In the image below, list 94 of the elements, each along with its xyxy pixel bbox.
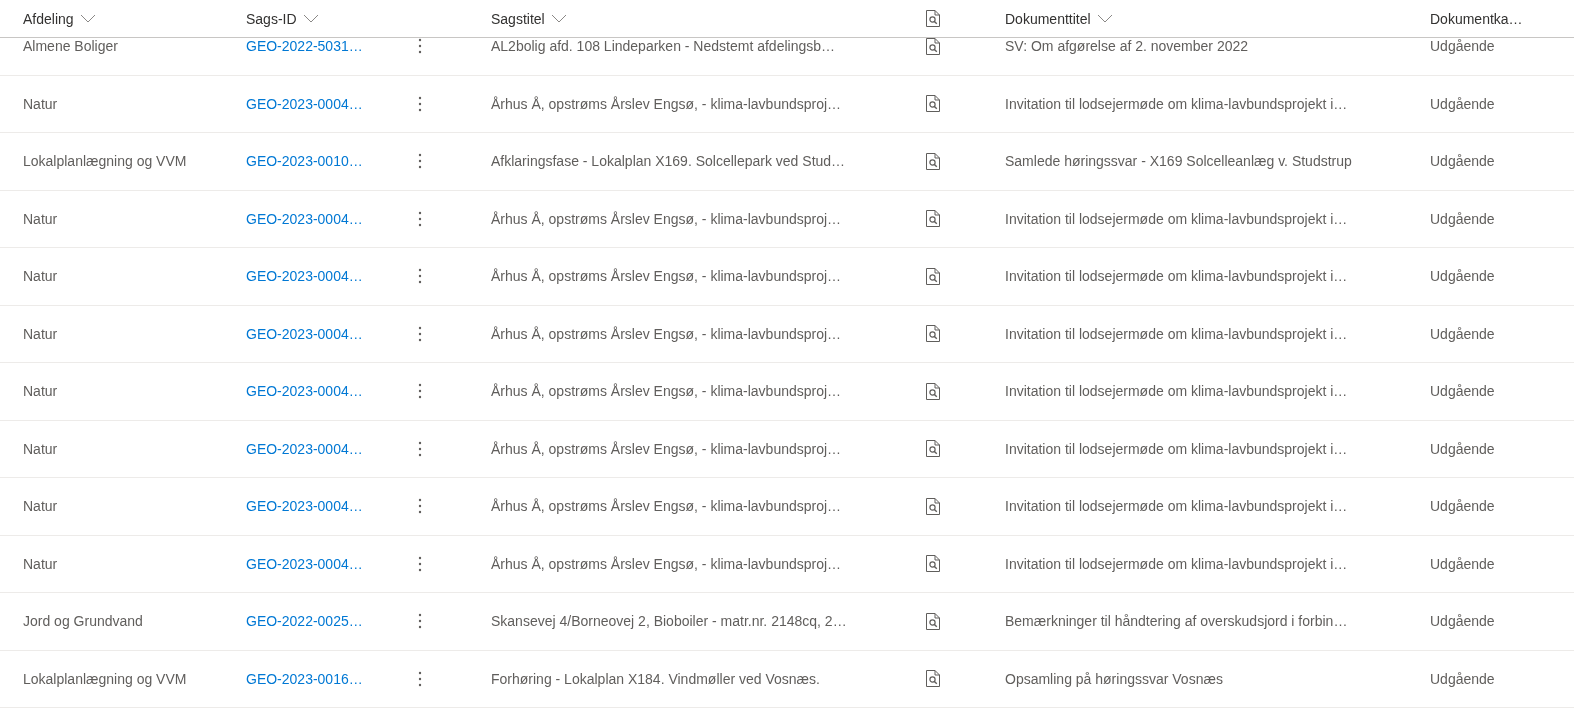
table-cell: Århus Å, opstrøms Årslev Engsø, - klima-lavbundsproj… [491,268,842,285]
table-cell: Århus Å, opstrøms Årslev Engsø, - klima-lavbundsproj… [491,555,842,572]
table-cell: Udgående [1430,555,1495,572]
case-id-link[interactable]: GEO-2022-0025… [246,613,363,630]
table-cell: Afklaringsfase - Lokalplan X169. Solcellepark ved Stud… [491,153,846,170]
table-cell: Opsamling på høringssvar Vosnæs [1005,670,1223,687]
table-cell: Århus Å, opstrøms Årslev Engsø, - klima-lavbundsproj… [491,210,842,227]
chevron-down-icon[interactable] [302,14,319,23]
document-search-icon [926,10,940,27]
table-cell: Invitation til lodsejermøde om klima-lavbundsprojekt i… [1005,555,1348,572]
case-id-link[interactable]: GEO-2023-0004… [246,555,363,572]
table-cell: Invitation til lodsejermøde om klima-lavbundsprojekt i… [1005,383,1348,400]
table-cell: Udgående [1430,498,1495,515]
table-cell: Århus Å, opstrøms Årslev Engsø, - klima-lavbundsproj… [491,95,842,112]
table-cell: Århus Å, opstrøms Årslev Engsø, - klima-lavbundsproj… [491,498,842,515]
more-options-icon[interactable] [418,153,422,170]
table-cell: Udgående [1430,210,1495,227]
table-cell: Udgående [1430,38,1495,55]
table-cell: Udgående [1430,613,1495,630]
table-cell: Bemærkninger til håndtering af overskudsjord i forbin… [1005,613,1348,630]
chevron-down-icon[interactable] [550,14,567,23]
more-options-icon[interactable] [418,670,422,687]
table-cell: Natur [23,498,58,515]
table-cell: Natur [23,95,58,112]
table-cell: Udgående [1430,268,1495,285]
more-options-icon[interactable] [418,95,422,112]
more-options-icon[interactable] [418,613,422,630]
table-cell: Skansevej 4/Borneovej 2, Bioboiler - matr.nr. 2148cq, 2… [491,613,847,630]
document-search-icon[interactable] [926,210,940,228]
case-id-link[interactable]: GEO-2023-0016… [246,670,363,687]
table-cell: Natur [23,325,58,342]
table-cell: Natur [23,440,58,457]
table-cell: Invitation til lodsejermøde om klima-lavbundsprojekt i… [1005,95,1348,112]
document-search-icon[interactable] [926,612,940,630]
document-search-icon[interactable] [926,497,940,515]
case-id-link[interactable]: GEO-2023-0004… [246,95,363,112]
column-header[interactable]: Afdeling [23,10,74,27]
table-cell: AL2bolig afd. 108 Lindeparken - Nedstemt afdelingsb… [491,38,835,55]
more-options-icon[interactable] [418,555,422,572]
document-search-icon[interactable] [926,325,940,343]
table-cell: Samlede høringssvar - X169 Solcelleanlæg v. Studstrup [1005,153,1352,170]
document-search-icon[interactable] [926,95,940,113]
case-id-link[interactable]: GEO-2023-0010… [246,153,363,170]
table-cell: Udgående [1430,440,1495,457]
chevron-down-icon[interactable] [79,14,96,23]
more-options-icon[interactable] [418,210,422,227]
table-cell: Århus Å, opstrøms Årslev Engsø, - klima-lavbundsproj… [491,440,842,457]
document-search-icon[interactable] [926,267,940,285]
table-cell: Udgående [1430,153,1495,170]
document-search-icon[interactable] [926,440,940,458]
case-id-link[interactable]: GEO-2022-5031… [246,38,363,55]
table-cell: Natur [23,210,58,227]
document-search-icon[interactable] [926,670,940,688]
case-id-link[interactable]: GEO-2023-0004… [246,440,363,457]
chevron-down-icon[interactable] [1096,14,1113,23]
case-id-link[interactable]: GEO-2023-0004… [246,210,363,227]
table-cell: Udgående [1430,670,1495,687]
table-cell: Udgående [1430,95,1495,112]
case-id-link[interactable]: GEO-2023-0004… [246,498,363,515]
table-cell: Udgående [1430,325,1495,342]
table-cell: Lokalplanlægning og VVM [23,670,187,687]
table-cell: Invitation til lodsejermøde om klima-lavbundsprojekt i… [1005,440,1348,457]
table-cell: Invitation til lodsejermøde om klima-lavbundsprojekt i… [1005,498,1348,515]
table-cell: Invitation til lodsejermøde om klima-lavbundsprojekt i… [1005,325,1348,342]
case-id-link[interactable]: GEO-2023-0004… [246,325,363,342]
more-options-icon[interactable] [418,440,422,457]
table-cell: Invitation til lodsejermøde om klima-lavbundsprojekt i… [1005,210,1348,227]
document-search-icon[interactable] [926,38,940,55]
table-cell: Udgående [1430,383,1495,400]
column-header[interactable]: Dokumenttitel [1005,10,1091,27]
table-cell: Århus Å, opstrøms Årslev Engsø, - klima-lavbundsproj… [491,325,842,342]
table-cell: Natur [23,383,58,400]
more-options-icon[interactable] [418,383,422,400]
table-cell: Invitation til lodsejermøde om klima-lavbundsprojekt i… [1005,268,1348,285]
table-cell: Natur [23,268,58,285]
more-options-icon[interactable] [418,268,422,285]
more-options-icon[interactable] [418,325,422,342]
table-cell: Århus Å, opstrøms Årslev Engsø, - klima-lavbundsproj… [491,383,842,400]
table-cell: Forhøring - Lokalplan X184. Vindmøller ved Vosnæs. [491,670,820,687]
case-id-link[interactable]: GEO-2023-0004… [246,383,363,400]
column-header[interactable]: Sagstitel [491,10,545,27]
document-search-icon[interactable] [926,382,940,400]
document-search-icon[interactable] [926,555,940,573]
table-cell: Natur [23,555,58,572]
document-search-icon[interactable] [926,152,940,170]
more-options-icon[interactable] [418,498,422,515]
column-header[interactable]: Sags-ID [246,10,297,27]
table-cell: Almene Boliger [23,38,118,55]
column-header[interactable]: Dokumentka… [1430,10,1523,27]
table-cell: Jord og Grundvand [23,613,143,630]
table-cell: SV: Om afgørelse af 2. november 2022 [1005,38,1249,55]
more-options-icon[interactable] [418,38,422,55]
table-cell: Lokalplanlægning og VVM [23,153,187,170]
case-id-link[interactable]: GEO-2023-0004… [246,268,363,285]
